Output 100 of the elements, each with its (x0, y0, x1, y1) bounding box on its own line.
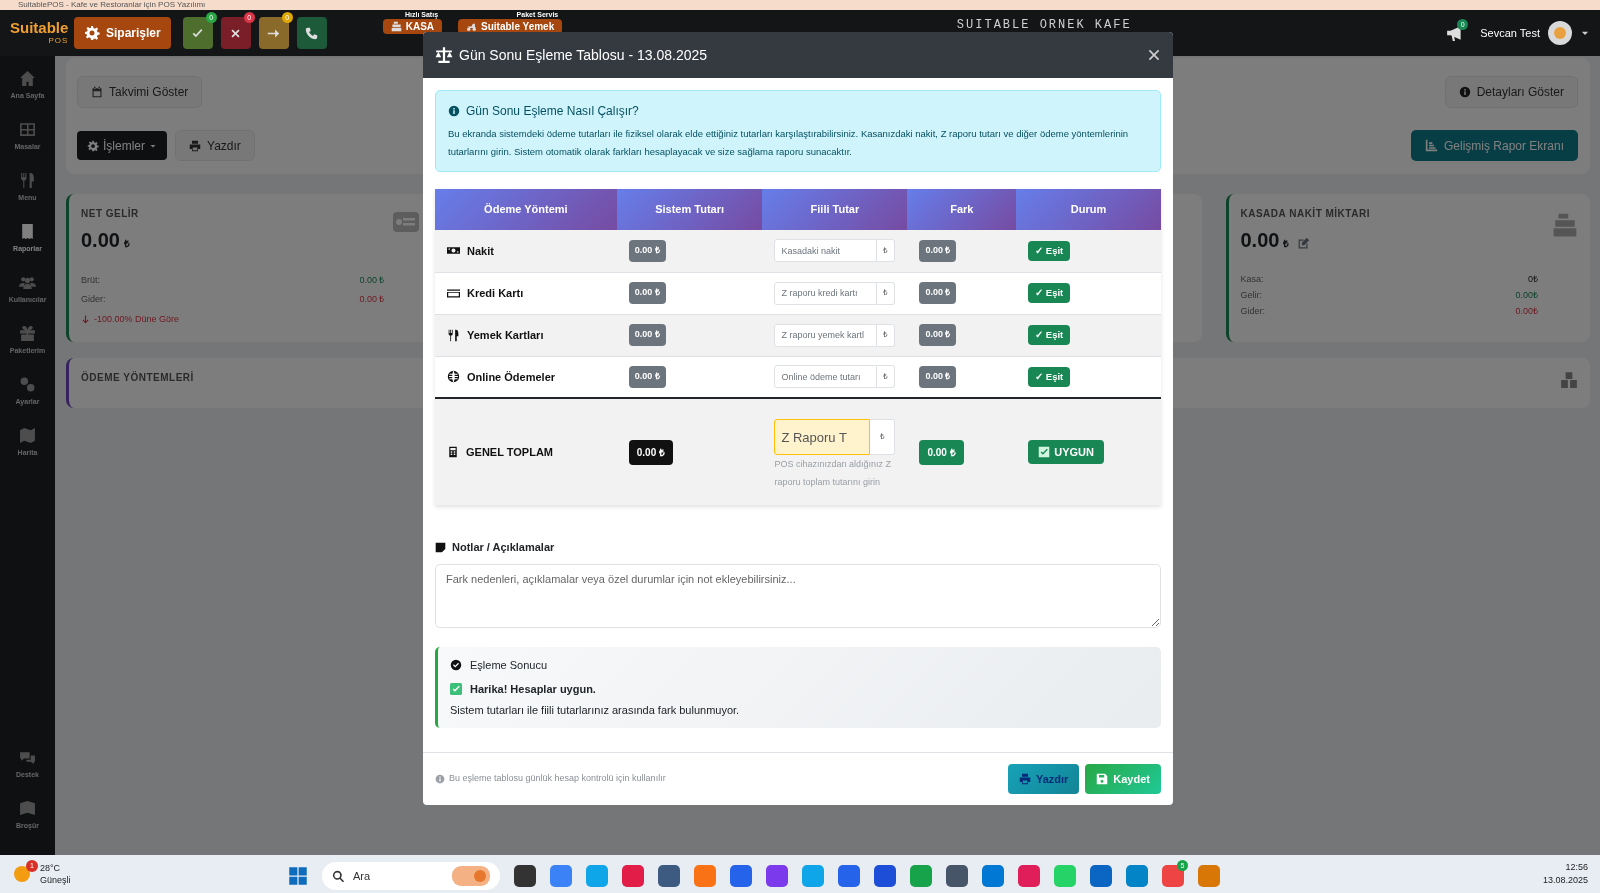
method-name: Yemek Kartları (447, 326, 605, 344)
printer-icon (1018, 773, 1031, 785)
checkbox-icon (1038, 446, 1051, 458)
forward-button[interactable] (258, 17, 289, 49)
column-header: Durum (1016, 189, 1161, 230)
status-badge: ✓ Eşit (1028, 240, 1071, 261)
app-icon[interactable] (1090, 865, 1112, 887)
status-badge: ✓ Eşit (1028, 324, 1071, 346)
check-button[interactable] (182, 17, 213, 49)
details-button[interactable]: Detayları Göster (1444, 76, 1578, 108)
amount-field[interactable]: Kasadaki nakit (774, 239, 878, 263)
map-icon (19, 427, 36, 444)
user-name[interactable]: Sevcan Test (1480, 24, 1540, 42)
total-field[interactable]: Z Raporu T (774, 419, 871, 455)
column-header: Fark (907, 189, 1017, 230)
status-badge: ✓ Eşit (1028, 366, 1071, 387)
money-list-icon (392, 212, 419, 232)
search-field[interactable]: Ara (322, 862, 500, 890)
row-label: Gider: (81, 293, 106, 306)
alert-text: Bu ekranda sistemdeki ödeme tutarları ile fiziksel olarak elde ettiğiniz tutarları karşılaştırabilirsiniz. Kasanızdaki nakit, Z raporu tutarı ve diğer ödeme yöntemlerinin tutarlarını girin. Sistem otomatik olarak farkları hesaplayacak ve size sağlama raporu sunacaktır. (448, 127, 1130, 159)
row-label: Gider: (1240, 305, 1265, 318)
users-icon (19, 274, 36, 291)
report-button[interactable]: Gelişmiş Rapor Ekranı (1410, 130, 1578, 161)
amount-field[interactable]: Online ödeme tutarı (774, 365, 878, 389)
home-icon (19, 70, 36, 87)
app-icon[interactable] (514, 865, 536, 887)
window-title: SuitablePOS - Kafe ve Restoranlar için POS Yazılımı (0, 0, 1600, 10)
app-icon[interactable] (658, 865, 680, 887)
receipt-icon (19, 223, 36, 240)
difference-badge: 0.00 ₺ (919, 366, 957, 388)
difference-badge: 0.00 ₺ (919, 439, 964, 465)
weather-icon (12, 864, 32, 884)
start-button[interactable] (288, 866, 308, 886)
hint-text: POS cihazınızdan aldığınız Z raporu toplam tutarını girin (774, 458, 892, 489)
result-headline: Harika! Hesaplar uygun. (470, 682, 596, 697)
row-value: 0.00 ₺ (359, 274, 385, 287)
grid-icon (19, 121, 36, 138)
currency-addon: ₺ (877, 239, 896, 263)
close-button[interactable] (1147, 48, 1161, 62)
close-icon (1147, 48, 1161, 62)
logo-subtext: POS (47, 34, 69, 47)
currency-symbol: ₺ (123, 237, 130, 251)
checkbox-icon (450, 683, 462, 696)
row-value: 0₺ (1528, 273, 1538, 286)
amount-field[interactable]: Z raporu kredi kartı (774, 281, 878, 305)
scale-icon (435, 46, 453, 64)
amount-badge: 0.00 ₺ (628, 439, 673, 465)
difference-badge: 0.00 ₺ (919, 282, 957, 304)
info-icon (1458, 86, 1471, 98)
app-icon[interactable] (946, 865, 968, 887)
settings-icon (84, 25, 100, 41)
cancel-button[interactable] (220, 17, 251, 49)
register-button[interactable]: KASA (382, 19, 443, 34)
alert-title: Gün Sonu Eşleme Nasıl Çalışır? (466, 103, 639, 120)
row-value: 0.00 ₺ (359, 293, 385, 306)
utensils-icon (19, 172, 36, 189)
arrow-down-icon (81, 315, 90, 325)
column-header: Fiili Tutar (762, 189, 908, 230)
save-button[interactable]: Kaydet (1085, 764, 1161, 794)
calendar-icon (91, 86, 103, 98)
method-name: Online Ödemeler (447, 368, 605, 385)
amount-field[interactable]: Z raporu yemek kartl (774, 323, 878, 347)
orders-button[interactable]: Siparişler (74, 17, 171, 49)
windows-icon (288, 866, 308, 886)
print-button[interactable]: Yazdır (175, 130, 255, 161)
notes-label: Notlar / Açıklamalar (452, 540, 555, 555)
notes-field[interactable]: Fark nedenleri, açıklamalar veya özel durumlar için not ekleyebilirsiniz... (435, 563, 1161, 628)
currency-addon: ₺ (870, 419, 896, 455)
currency-addon: ₺ (877, 323, 896, 347)
edit-icon (1297, 237, 1311, 251)
temperature: 28°C (40, 862, 62, 874)
currency-symbol: ₺ (1283, 237, 1290, 251)
cash-register-icon (1552, 212, 1578, 238)
search-icon (332, 869, 345, 883)
calendar-button[interactable]: Takvimi Göster (77, 76, 203, 108)
cash-register-icon (390, 21, 402, 32)
modal-title: Gün Sonu Eşleme Tablosu - 13.08.2025 (459, 45, 708, 65)
phone-button[interactable] (296, 17, 327, 49)
column-header: Ödeme Yöntemi (435, 189, 617, 230)
amount-badge: 0.00 ₺ (628, 282, 666, 304)
weather-text: Güneşli (40, 874, 71, 886)
row-value: 0.00₺ (1515, 305, 1538, 318)
amount-badge: 0.00 ₺ (628, 324, 666, 346)
method-name: Kredi Kartı (447, 284, 605, 302)
check-icon (191, 26, 205, 40)
actions-dropdown[interactable]: İşlemler (77, 131, 167, 160)
venue-name: SUITABLE ORNEK KAFE (956, 19, 1132, 32)
credit-card-icon (447, 286, 460, 300)
amount-badge: 0.00 ₺ (628, 240, 666, 262)
phone-icon (305, 26, 319, 40)
calculator-icon (447, 446, 459, 458)
info-icon (435, 774, 445, 784)
print-button[interactable]: Yazdır (1007, 764, 1080, 794)
clock-date: 13.08.2025 (1542, 874, 1588, 887)
amount: 0.00 (81, 228, 120, 253)
footer-note: Bu eşleme tablosu günlük hesap kontrolü için kullanılır (449, 772, 666, 786)
app-icon[interactable] (766, 865, 788, 887)
app-icon[interactable] (874, 865, 896, 887)
currency-addon: ₺ (877, 365, 896, 389)
currency-addon: ₺ (877, 281, 896, 305)
